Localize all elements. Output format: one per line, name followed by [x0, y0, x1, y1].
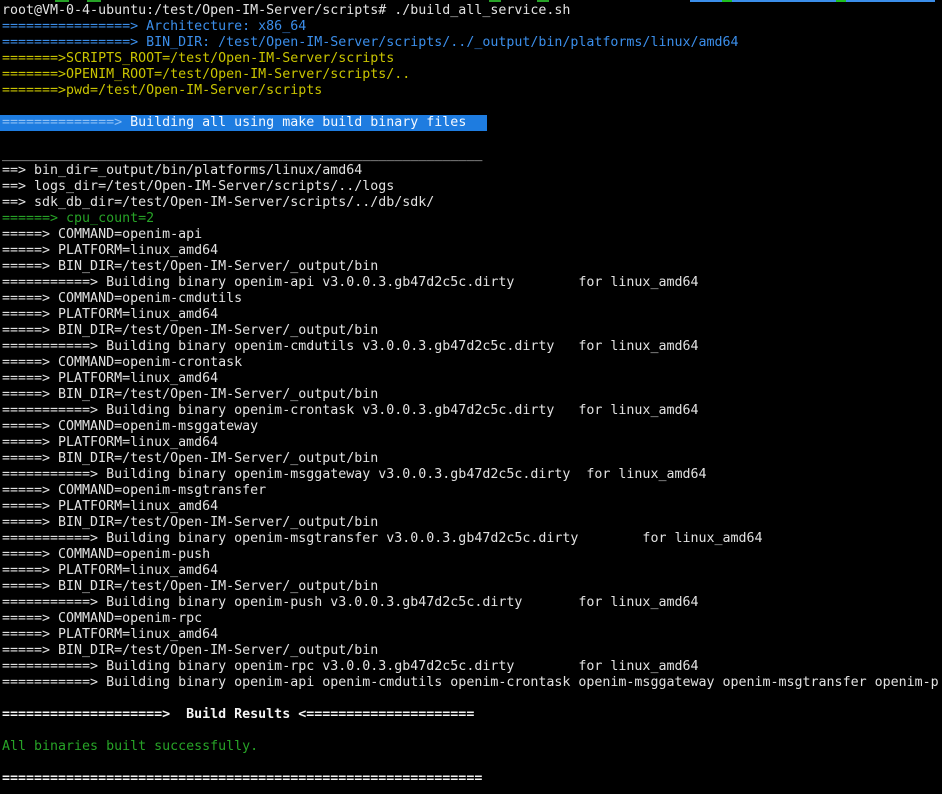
terminal-line: ===========> Building binary openim-api … [2, 275, 942, 291]
prev-line-green-fragment [55, 0, 69, 2]
banner-arrow-prefix: ==============> [2, 115, 130, 130]
terminal-line: ================> Architecture: x86_64 [2, 19, 942, 35]
terminal-line: ==============> Building all using make … [2, 115, 942, 131]
terminal-line: =====> BIN_DIR=/test/Open-IM-Server/_out… [2, 579, 942, 595]
prev-line-green-fragment [87, 0, 101, 2]
terminal-line: ===========> Building binary openim-cron… [2, 403, 942, 419]
terminal-line: =====> BIN_DIR=/test/Open-IM-Server/_out… [2, 387, 942, 403]
terminal-line: =====> COMMAND=openim-msggateway [2, 419, 942, 435]
terminal-line [2, 691, 942, 707]
terminal-line: ===========> Building binary openim-api … [2, 675, 942, 691]
highlighted-banner: ==============> Building all using make … [0, 115, 487, 131]
terminal-line: ======> cpu_count=2 [2, 211, 942, 227]
terminal-line: =====> COMMAND=openim-rpc [2, 611, 942, 627]
terminal-line: =====> PLATFORM=linux_amd64 [2, 563, 942, 579]
terminal-output: root@VM-0-4-ubuntu:/test/Open-IM-Server/… [2, 3, 942, 787]
terminal-line: =====> PLATFORM=linux_amd64 [2, 435, 942, 451]
terminal-line: root@VM-0-4-ubuntu:/test/Open-IM-Server/… [2, 3, 942, 19]
terminal-window: root@VM-0-4-ubuntu:/test/Open-IM-Server/… [0, 0, 942, 794]
terminal-line: ========================================… [2, 771, 942, 787]
terminal-line: ===========> Building binary openim-rpc … [2, 659, 942, 675]
terminal-line: All binaries built successfully. [2, 739, 942, 755]
terminal-line: ==> logs_dir=/test/Open-IM-Server/script… [2, 179, 942, 195]
terminal-line: ===========> Building binary openim-cmdu… [2, 339, 942, 355]
prev-line-green-fragment [537, 0, 549, 2]
terminal-line: =====> PLATFORM=linux_amd64 [2, 307, 942, 323]
prev-line-green-fragment [836, 0, 846, 2]
terminal-line: =====> BIN_DIR=/test/Open-IM-Server/_out… [2, 259, 942, 275]
terminal-line: =====> PLATFORM=linux_amd64 [2, 371, 942, 387]
terminal-line: ===========> Building binary openim-push… [2, 595, 942, 611]
terminal-line: ===========> Building binary openim-msgg… [2, 467, 942, 483]
terminal-line: =======>OPENIM_ROOT=/test/Open-IM-Server… [2, 67, 942, 83]
terminal-line [2, 131, 942, 147]
terminal-line: =====> COMMAND=openim-cmdutils [2, 291, 942, 307]
terminal-line [2, 723, 942, 739]
terminal-line: ====================> Build Results <===… [2, 707, 942, 723]
terminal-line: =====> BIN_DIR=/test/Open-IM-Server/_out… [2, 451, 942, 467]
prev-line-green-fragment [722, 0, 732, 2]
terminal-line: =====> BIN_DIR=/test/Open-IM-Server/_out… [2, 643, 942, 659]
terminal-line: =====> PLATFORM=linux_amd64 [2, 627, 942, 643]
terminal-line: ==> bin_dir=_output/bin/platforms/linux/… [2, 163, 942, 179]
terminal-line: =====> BIN_DIR=/test/Open-IM-Server/_out… [2, 515, 942, 531]
terminal-line: ________________________________________… [2, 147, 942, 163]
terminal-line [2, 755, 942, 771]
banner-message: Building all using make build binary fil… [130, 115, 466, 130]
terminal-line: ==> sdk_db_dir=/test/Open-IM-Server/scri… [2, 195, 942, 211]
terminal-line: =======>pwd=/test/Open-IM-Server/scripts [2, 83, 942, 99]
terminal-line: =====> PLATFORM=linux_amd64 [2, 243, 942, 259]
terminal-line: =====> PLATFORM=linux_amd64 [2, 499, 942, 515]
terminal-line: =====> BIN_DIR=/test/Open-IM-Server/_out… [2, 323, 942, 339]
terminal-line: =====> COMMAND=openim-crontask [2, 355, 942, 371]
terminal-line [2, 99, 942, 115]
terminal-line: ================> BIN_DIR: /test/Open-IM… [2, 35, 942, 51]
terminal-line: =======>SCRIPTS_ROOT=/test/Open-IM-Serve… [2, 51, 942, 67]
terminal-line: =====> COMMAND=openim-api [2, 227, 942, 243]
terminal-line: =====> COMMAND=openim-msgtransfer [2, 483, 942, 499]
prev-line-green-fragment [489, 0, 501, 2]
terminal-line: =====> COMMAND=openim-push [2, 547, 942, 563]
terminal-line: ===========> Building binary openim-msgt… [2, 531, 942, 547]
